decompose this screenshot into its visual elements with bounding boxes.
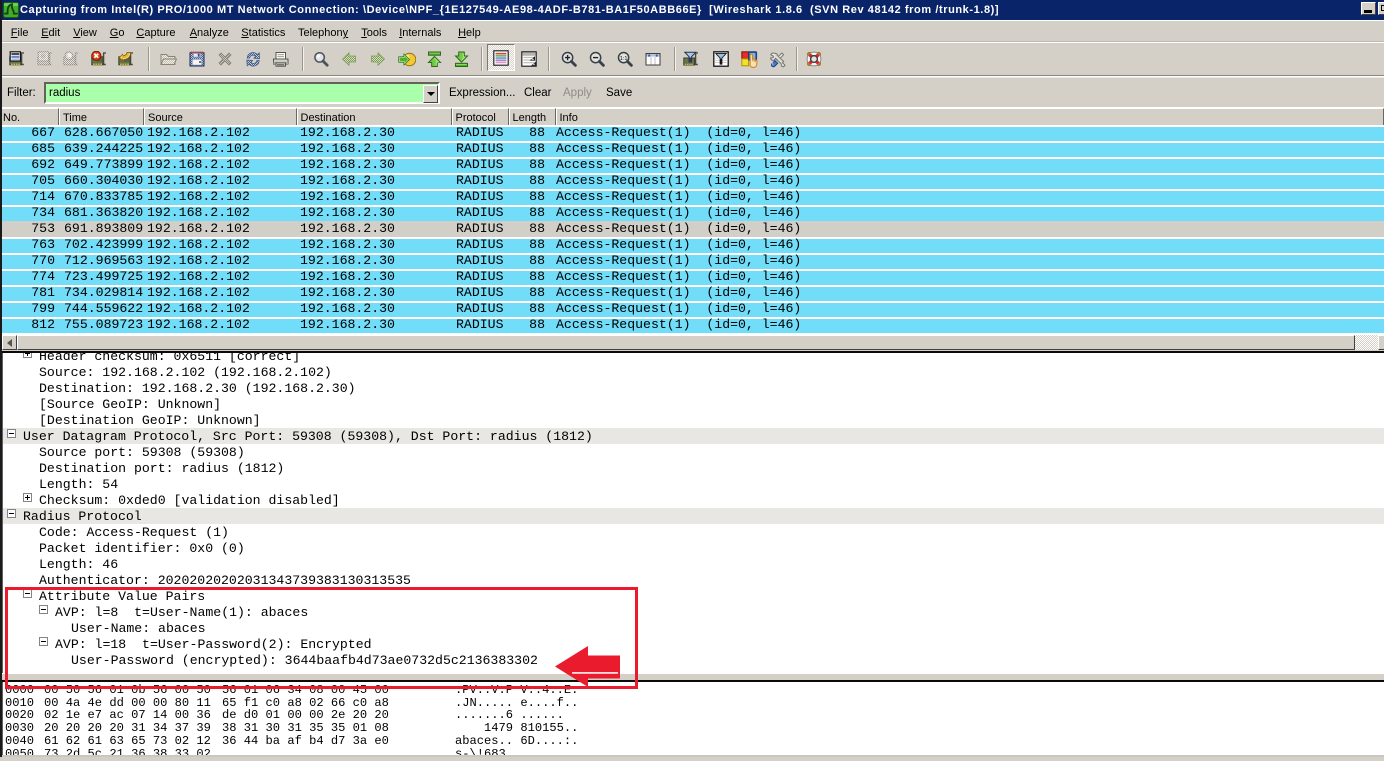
svg-text:1:1: 1:1 [620,56,628,62]
